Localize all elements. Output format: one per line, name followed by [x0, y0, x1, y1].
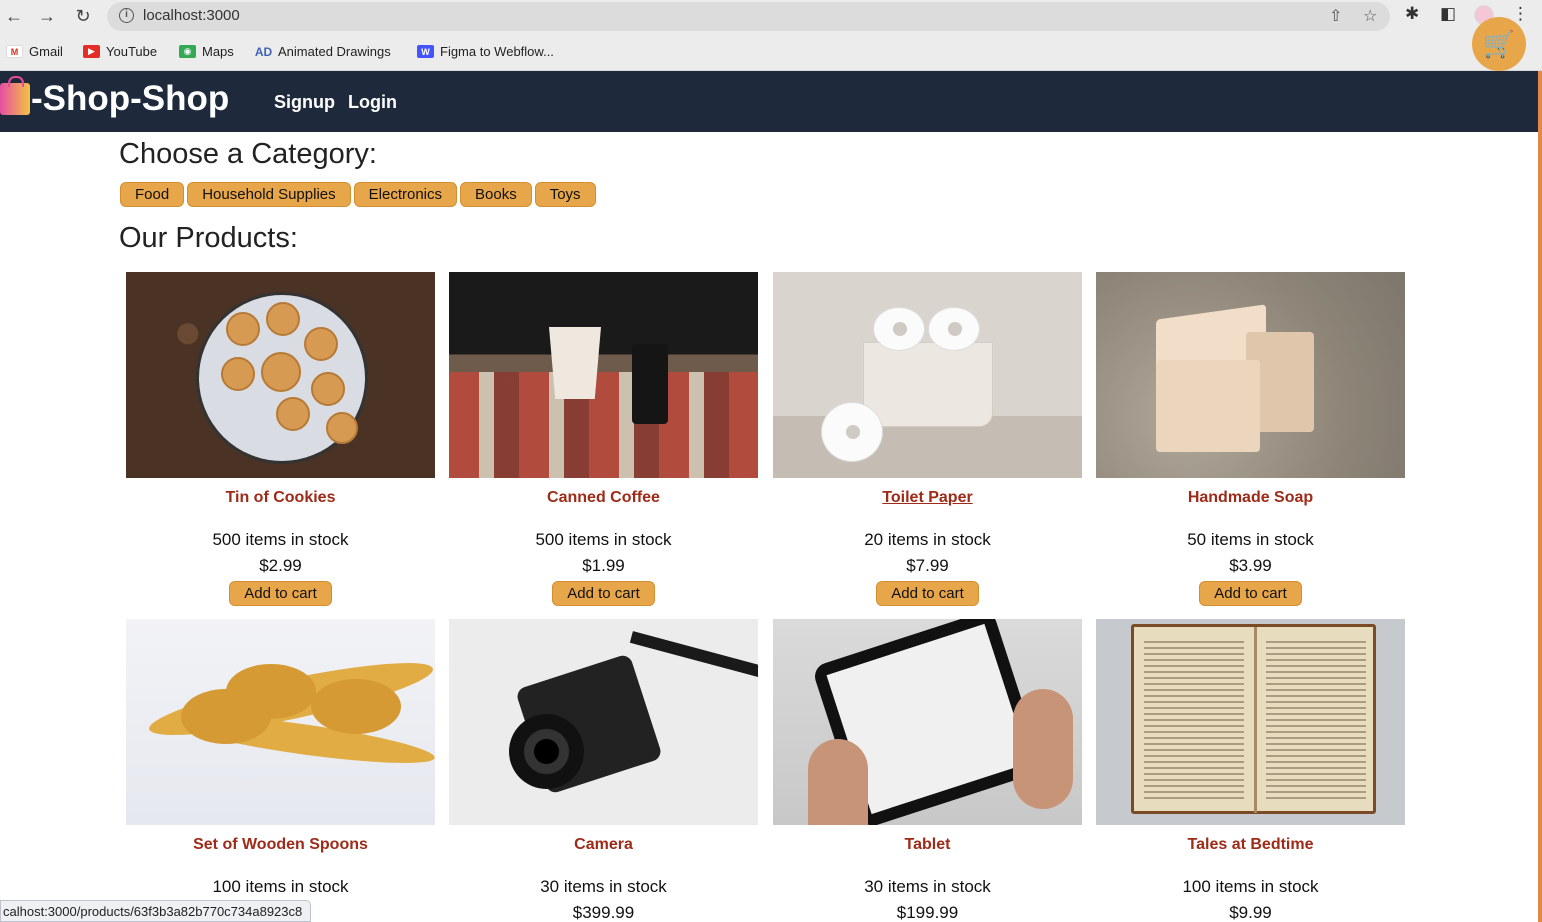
share-icon[interactable]: ⇧: [1329, 6, 1342, 26]
maps-icon: ◉: [179, 45, 196, 58]
product-name-link[interactable]: Tablet: [773, 836, 1082, 854]
products-heading: Our Products:: [119, 222, 298, 254]
gmail-icon: M: [6, 45, 23, 58]
product-name-link[interactable]: Toilet Paper: [773, 489, 1082, 507]
product-name-link[interactable]: Camera: [449, 836, 758, 854]
site-title[interactable]: -Shop-Shop: [31, 79, 229, 119]
star-icon[interactable]: ☆: [1363, 6, 1377, 26]
login-link[interactable]: Login: [348, 92, 397, 113]
product-card: Canned Coffee 500 items in stock $1.99 A…: [449, 272, 758, 606]
product-image[interactable]: [449, 619, 758, 825]
product-price: $9.99: [1229, 903, 1272, 922]
main-content: Choose a Category: Food Household Suppli…: [0, 132, 1538, 922]
product-stock: 100 items in stock: [212, 877, 349, 896]
bookmark-animated-drawings[interactable]: AD Animated Drawings: [255, 44, 391, 59]
info-icon[interactable]: i: [119, 8, 134, 23]
product-image[interactable]: [126, 619, 435, 825]
bookmark-label: Gmail: [29, 44, 63, 59]
forward-arrow-icon[interactable]: →: [36, 4, 58, 28]
signup-link[interactable]: Signup: [274, 92, 335, 113]
product-name-link[interactable]: Canned Coffee: [449, 489, 758, 507]
product-stock: 500 items in stock: [535, 530, 672, 549]
product-card: Toilet Paper 20 items in stock $7.99 Add…: [773, 272, 1082, 606]
product-card: Tablet 30 items in stock $199.99: [773, 619, 1082, 922]
bookmark-youtube[interactable]: ▶ YouTube: [83, 44, 157, 59]
bookmark-figma-to-webflow[interactable]: W Figma to Webflow...: [417, 44, 554, 59]
window-edge: [1538, 71, 1542, 922]
product-name-link[interactable]: Handmade Soap: [1096, 489, 1405, 507]
browser-toolbar: ← → ↻ i localhost:3000 ⇧ ☆ ✱ ◧ ⋮: [0, 0, 1542, 33]
product-image[interactable]: [126, 272, 435, 478]
bookmark-label: YouTube: [106, 44, 158, 59]
product-card: Set of Wooden Spoons 100 items in stock: [126, 619, 435, 897]
category-food-button[interactable]: Food: [120, 182, 185, 207]
bookmark-label: Maps: [202, 44, 234, 59]
product-card: Tin of Cookies 500 items in stock $2.99 …: [126, 272, 435, 606]
reload-icon[interactable]: ↻: [72, 4, 94, 28]
product-price: $2.99: [259, 556, 302, 575]
product-stock: 30 items in stock: [864, 877, 991, 896]
side-panel-icon[interactable]: ◧: [1440, 4, 1456, 24]
shopping-bag-icon: [0, 76, 30, 115]
site-logo[interactable]: -Shop-Shop: [0, 76, 229, 119]
category-toys-button[interactable]: Toys: [534, 182, 596, 207]
bookmark-label: Figma to Webflow...: [440, 44, 554, 59]
product-price: $3.99: [1229, 556, 1272, 575]
cart-icon: 🛒: [1482, 28, 1516, 59]
address-url[interactable]: localhost:3000: [143, 7, 240, 24]
back-arrow-icon[interactable]: ←: [3, 4, 25, 28]
add-to-cart-button[interactable]: Add to cart: [229, 581, 332, 606]
add-to-cart-button[interactable]: Add to cart: [552, 581, 655, 606]
product-name-link[interactable]: Tales at Bedtime: [1096, 836, 1405, 854]
product-price: $7.99: [906, 556, 949, 575]
product-stock: 500 items in stock: [212, 530, 349, 549]
address-bar[interactable]: i localhost:3000 ⇧ ☆: [107, 2, 1390, 31]
product-name-link[interactable]: Tin of Cookies: [126, 489, 435, 507]
product-image[interactable]: [773, 619, 1082, 825]
add-to-cart-button[interactable]: Add to cart: [876, 581, 979, 606]
category-list: Food Household Supplies Electronics Book…: [120, 182, 596, 207]
product-stock: 100 items in stock: [1182, 877, 1319, 896]
product-image[interactable]: [1096, 272, 1405, 478]
product-stock: 20 items in stock: [864, 530, 991, 549]
product-price: $399.99: [572, 903, 635, 922]
bookmark-gmail[interactable]: M Gmail: [6, 44, 63, 59]
category-electronics-button[interactable]: Electronics: [353, 182, 457, 207]
product-image[interactable]: [449, 272, 758, 478]
category-household-button[interactable]: Household Supplies: [187, 182, 351, 207]
bookmarks-bar: M Gmail ▶ YouTube ◉ Maps AD Animated Dra…: [0, 33, 1542, 71]
bookmark-label: Animated Drawings: [278, 44, 391, 59]
product-card: Camera 30 items in stock $399.99: [449, 619, 758, 922]
product-stock: 30 items in stock: [540, 877, 667, 896]
category-heading: Choose a Category:: [119, 138, 377, 170]
cart-button[interactable]: 🛒: [1472, 17, 1526, 71]
status-bar: calhost:3000/products/63f3b3a82b770c734a…: [0, 900, 312, 922]
product-image[interactable]: [773, 272, 1082, 478]
add-to-cart-button[interactable]: Add to cart: [1199, 581, 1302, 606]
webflow-icon: W: [417, 45, 434, 58]
product-price: $199.99: [896, 903, 959, 922]
product-price: $1.99: [582, 556, 625, 575]
extensions-icon[interactable]: ✱: [1405, 4, 1419, 24]
product-name-link[interactable]: Set of Wooden Spoons: [126, 836, 435, 854]
product-image[interactable]: [1096, 619, 1405, 825]
product-card: Handmade Soap 50 items in stock $3.99 Ad…: [1096, 272, 1405, 606]
product-card: Tales at Bedtime 100 items in stock $9.9…: [1096, 619, 1405, 922]
ad-icon: AD: [254, 44, 273, 59]
product-stock: 50 items in stock: [1187, 530, 1314, 549]
bookmark-maps[interactable]: ◉ Maps: [179, 44, 234, 59]
youtube-icon: ▶: [83, 45, 100, 58]
app-header: -Shop-Shop Signup Login: [0, 71, 1538, 132]
category-books-button[interactable]: Books: [460, 182, 532, 207]
